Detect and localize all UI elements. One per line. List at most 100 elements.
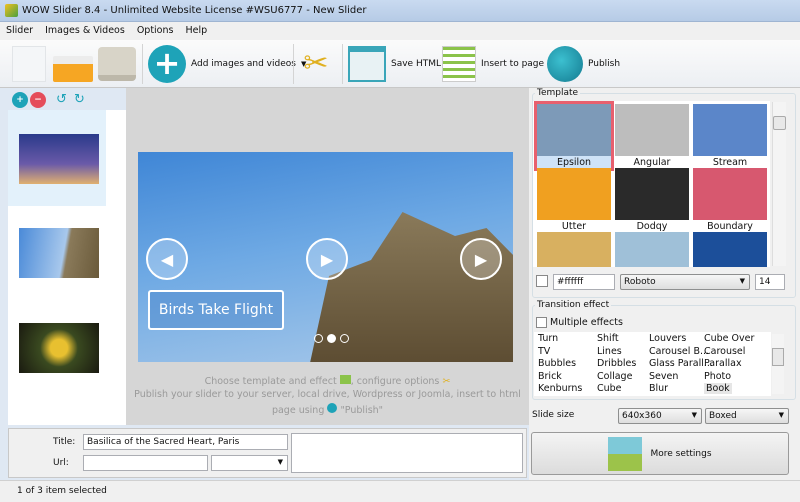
template-thumbnail: [693, 168, 767, 220]
effect-item[interactable]: Parallax: [704, 358, 742, 369]
effect-item[interactable]: Lines: [597, 346, 622, 357]
save-button[interactable]: [98, 44, 136, 84]
effect-item[interactable]: TV: [538, 346, 550, 357]
effect-item[interactable]: Blur: [649, 383, 668, 394]
effect-item[interactable]: Cube Over: [704, 333, 754, 344]
template-scrollbar[interactable]: [772, 102, 786, 266]
font-select[interactable]: Roboto ▼: [620, 274, 750, 290]
template-name: Boundary: [707, 221, 753, 232]
new-button[interactable]: [12, 44, 46, 84]
template-image-icon: [339, 375, 351, 384]
multiple-effects-label: Multiple effects: [550, 317, 623, 328]
description-textarea[interactable]: [291, 433, 523, 473]
html-page-icon: [348, 46, 386, 82]
slide-thumbnail[interactable]: [19, 323, 99, 373]
menu-help[interactable]: Help: [179, 22, 213, 36]
landscape-image-icon: [608, 436, 643, 471]
template-item[interactable]: [615, 232, 689, 267]
url-input[interactable]: [83, 455, 208, 471]
effect-item[interactable]: Louvers: [649, 333, 686, 344]
effect-item[interactable]: Shift: [597, 333, 619, 344]
slide-dots: [314, 334, 349, 343]
color-input[interactable]: #ffffff: [553, 274, 615, 290]
effect-item[interactable]: Carousel: [704, 346, 745, 357]
template-label: Template: [535, 88, 581, 98]
dot[interactable]: [340, 334, 349, 343]
slide-list: [8, 110, 126, 425]
open-button[interactable]: [53, 44, 93, 84]
menu-slider[interactable]: Slider: [0, 22, 39, 36]
scroll-thumb[interactable]: [773, 116, 786, 130]
more-settings-button[interactable]: More settings: [531, 432, 789, 475]
template-item[interactable]: Epsilon: [534, 101, 614, 171]
effect-item[interactable]: Cube: [597, 383, 622, 394]
save-html-button[interactable]: Save HTML: [348, 44, 441, 84]
status-bar: 1 of 3 item selected: [0, 480, 800, 502]
effect-item[interactable]: Bubbles: [538, 358, 576, 369]
template-item[interactable]: Utter: [537, 168, 611, 232]
effect-item[interactable]: Seven: [649, 371, 678, 382]
drive-icon: [98, 47, 136, 81]
effect-item[interactable]: Dribbles: [597, 358, 636, 369]
menu-options[interactable]: Options: [131, 22, 180, 36]
template-thumbnail: [615, 104, 689, 156]
rotate-left-icon[interactable]: ↺: [56, 92, 72, 108]
multiple-effects-checkbox[interactable]: [536, 317, 547, 328]
template-item[interactable]: Angular: [615, 104, 689, 168]
next-arrow-button[interactable]: ▶: [460, 238, 502, 280]
options-button[interactable]: ✂: [298, 44, 334, 84]
template-item[interactable]: [537, 232, 611, 267]
dot-active[interactable]: [327, 334, 336, 343]
tools-icon: ✂: [303, 46, 329, 81]
new-document-icon: [12, 46, 46, 82]
transition-label: Transition effect: [535, 300, 612, 310]
remove-slide-icon[interactable]: −: [30, 92, 46, 108]
preview-area: ◀ ▶ ▶ Birds Take Flight Choose template …: [126, 88, 529, 425]
effect-item[interactable]: Turn: [538, 333, 558, 344]
slide-thumbnail[interactable]: [19, 134, 99, 184]
effect-item[interactable]: Book: [704, 383, 732, 394]
prev-arrow-button[interactable]: ◀: [146, 238, 188, 280]
effect-item[interactable]: Photo: [704, 371, 731, 382]
template-thumbnail: [693, 104, 767, 156]
add-slide-icon[interactable]: +: [12, 92, 28, 108]
scroll-thumb[interactable]: [772, 348, 784, 366]
effect-item[interactable]: Collage: [597, 371, 632, 382]
template-item[interactable]: Dodqy: [615, 168, 689, 232]
template-item[interactable]: Boundary: [693, 168, 767, 232]
play-button[interactable]: ▶: [306, 238, 348, 280]
tools-icon: ✂: [442, 376, 451, 387]
insert-page-button[interactable]: Insert to page: [442, 44, 544, 84]
color-swatch[interactable]: [536, 275, 548, 287]
rotate-right-icon[interactable]: ↻: [74, 92, 90, 108]
template-grid: Epsilon Angular Stream Utter Dodqy Boundary: [533, 101, 770, 267]
menu-images-videos[interactable]: Images & Videos: [39, 22, 131, 36]
template-item[interactable]: Stream: [693, 104, 767, 168]
publish-label: Publish: [588, 59, 621, 69]
slider-preview[interactable]: ◀ ▶ ▶ Birds Take Flight: [138, 152, 513, 362]
font-size-stepper[interactable]: 14: [755, 274, 785, 290]
template-item[interactable]: [693, 232, 767, 267]
slide-size-select[interactable]: 640x360 ▼: [618, 408, 702, 424]
effect-scrollbar[interactable]: [772, 334, 784, 394]
template-thumbnail: [615, 168, 689, 220]
slide-thumbnail[interactable]: [19, 228, 99, 278]
add-images-label: Add images and videos: [191, 59, 296, 69]
template-thumbnail: [537, 232, 611, 267]
chevron-down-icon: ▼: [277, 458, 283, 466]
template-thumbnail: [615, 232, 689, 267]
more-settings-label: More settings: [650, 448, 712, 459]
globe-icon: [547, 46, 583, 82]
url-target-select[interactable]: ▼: [211, 455, 288, 471]
add-images-button[interactable]: + Add images and videos ▼: [148, 44, 306, 84]
effect-item[interactable]: Brick: [538, 371, 562, 382]
title-input[interactable]: Basilica of the Sacred Heart, Paris: [83, 434, 288, 450]
publish-button[interactable]: Publish: [547, 44, 620, 84]
effect-item[interactable]: Carousel B...: [649, 346, 709, 357]
dot[interactable]: [314, 334, 323, 343]
effect-item[interactable]: Kenburns: [538, 383, 582, 394]
slide-mode-select[interactable]: Boxed ▼: [705, 408, 789, 424]
effect-list: Turn TV Bubbles Brick Kenburns Shift Lines Drib…: [534, 332, 771, 396]
settings-panel: Template Epsilon Angular Stream Utter Dodqy B…: [529, 88, 800, 480]
window-title: WOW Slider 8.4 - Unlimited Website Licen…: [22, 5, 367, 16]
